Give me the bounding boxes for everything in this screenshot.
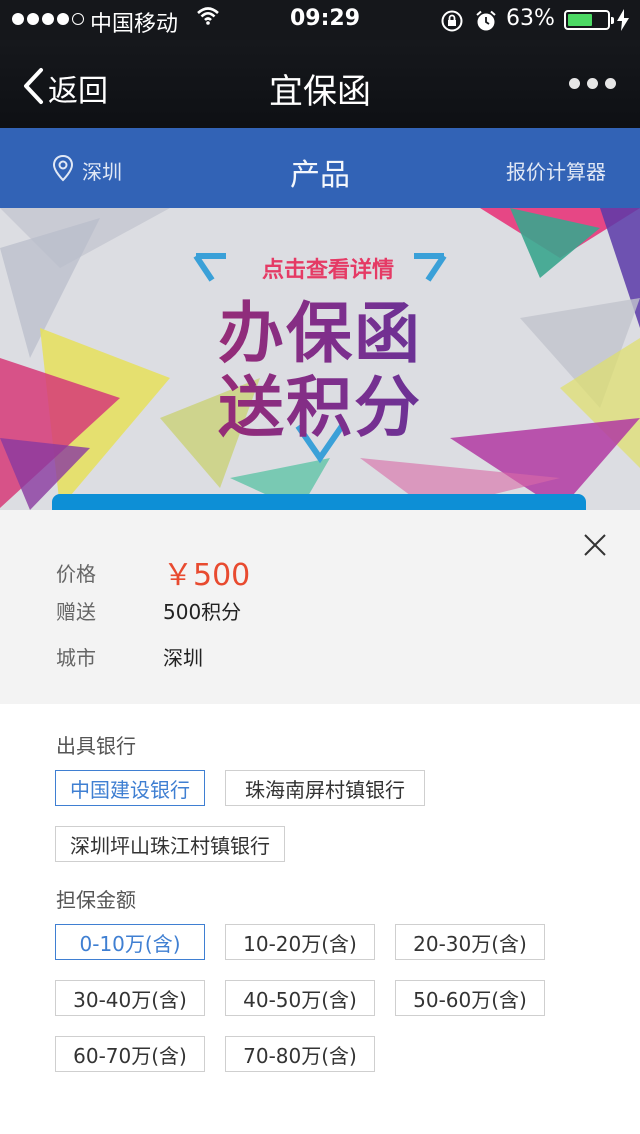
clock: 09:29 [290, 6, 361, 31]
signal-strength-icon [12, 13, 84, 25]
amount-option[interactable]: 0-10万(含) [55, 924, 205, 960]
amount-option[interactable]: 40-50万(含) [225, 980, 375, 1016]
bank-option[interactable]: 珠海南屏村镇银行 [225, 770, 425, 806]
rotation-lock-icon [440, 9, 464, 39]
amount-option[interactable]: 20-30万(含) [395, 924, 545, 960]
gift-row: 赠送 500积分 [56, 596, 241, 625]
nav-bar: 返回 宜保函 [0, 40, 640, 128]
wifi-icon [196, 6, 220, 32]
amount-option[interactable]: 60-70万(含) [55, 1036, 205, 1072]
more-menu-icon[interactable] [569, 78, 616, 89]
charging-icon [616, 9, 630, 37]
price-label: 价格 [56, 561, 96, 586]
price-row: 价格 ￥500 [56, 550, 250, 594]
page-title: 宜保函 [269, 72, 371, 112]
amount-option[interactable]: 30-40万(含) [55, 980, 205, 1016]
battery-icon [564, 10, 614, 30]
banner-headline-line2: 送积分 [0, 354, 640, 450]
amount-option[interactable]: 70-80万(含) [225, 1036, 375, 1072]
amount-section-label: 担保金额 [56, 888, 136, 912]
promo-banner[interactable]: 点击查看详情 办保函 送积分 [0, 208, 640, 510]
gift-label: 赠送 [56, 600, 96, 624]
status-bar: 中国移动 09:29 63% [0, 0, 640, 40]
close-icon[interactable] [580, 530, 610, 564]
banner-tab-strip [52, 494, 586, 510]
city-row: 城市 深圳 [56, 642, 203, 671]
gift-value: 500积分 [163, 600, 242, 624]
city-label-text: 城市 [56, 646, 96, 670]
amount-option[interactable]: 10-20万(含) [225, 924, 375, 960]
carrier-name: 中国移动 [90, 12, 179, 37]
price-value: ￥500 [163, 558, 251, 593]
battery-percent: 63% [506, 6, 555, 31]
amount-option[interactable]: 50-60万(含) [395, 980, 545, 1016]
product-header: 深圳 产品 报价计算器 [0, 128, 640, 208]
bank-option[interactable]: 深圳坪山珠江村镇银行 [55, 826, 285, 862]
product-info-panel: 价格 ￥500 赠送 500积分 城市 深圳 [0, 510, 640, 704]
bank-section-label: 出具银行 [56, 734, 136, 758]
city-value: 深圳 [163, 646, 203, 670]
bank-option[interactable]: 中国建设银行 [55, 770, 205, 806]
quote-calculator-link[interactable]: 报价计算器 [506, 156, 606, 185]
alarm-icon [474, 9, 498, 39]
